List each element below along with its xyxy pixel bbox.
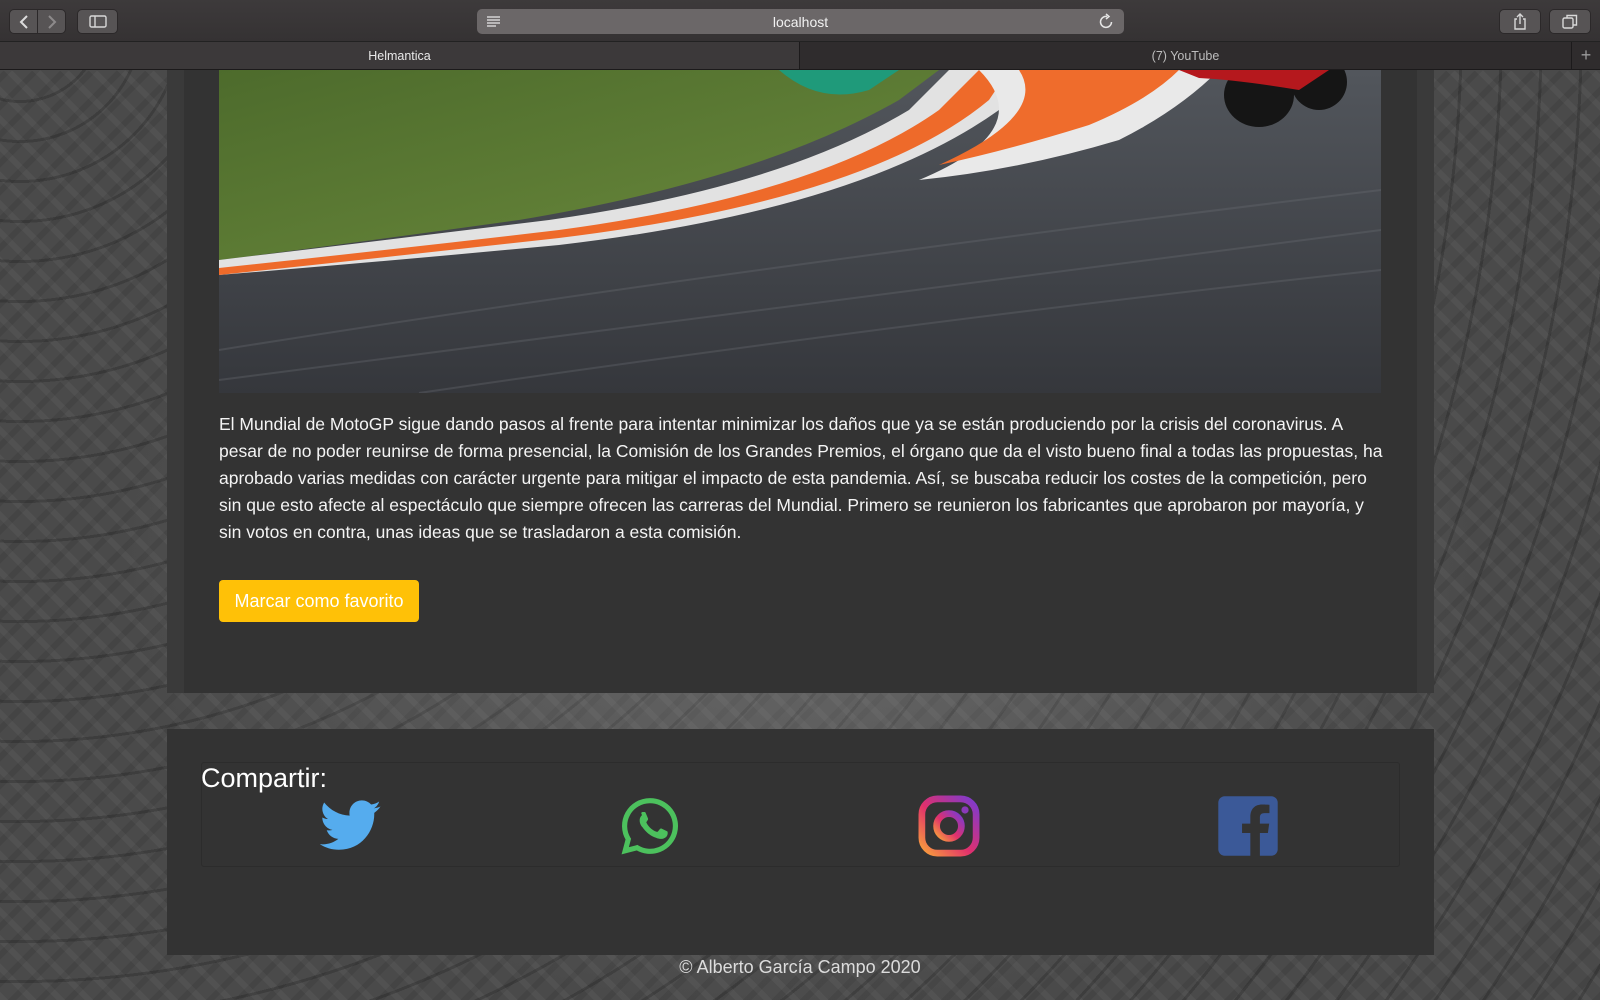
share-title: Compartir:	[201, 763, 328, 793]
footer-copyright: © Alberto García Campo 2020	[679, 957, 921, 977]
tab-overview-button[interactable]	[1549, 9, 1591, 34]
tab-youtube[interactable]: (7) YouTube	[800, 42, 1572, 69]
article-body: El Mundial de MotoGP sigue dando pasos a…	[219, 414, 1383, 542]
reload-icon[interactable]	[1099, 13, 1114, 29]
url-text: localhost	[772, 13, 829, 30]
back-button[interactable]	[10, 10, 37, 33]
sidebar-icon	[88, 15, 107, 28]
instagram-icon	[918, 795, 980, 857]
tab-helmantica[interactable]: Helmantica	[0, 42, 800, 69]
share-icon	[1514, 13, 1526, 30]
browser-toolbar: localhost	[0, 0, 1600, 42]
tab-bar: Helmantica (7) YouTube +	[0, 42, 1600, 70]
chevron-left-icon	[19, 14, 28, 29]
reader-icon[interactable]	[486, 15, 501, 27]
navigation-buttons	[9, 9, 66, 34]
twitter-share-button[interactable]	[320, 795, 382, 857]
sidebar-button[interactable]	[77, 9, 118, 34]
facebook-icon	[1218, 796, 1278, 857]
article-image	[219, 70, 1381, 393]
plus-icon: +	[1580, 45, 1592, 65]
racetrack-image	[219, 70, 1381, 393]
share-button[interactable]	[1499, 9, 1541, 34]
facebook-share-button[interactable]	[1217, 795, 1279, 857]
tab-overview-icon	[1562, 14, 1578, 29]
address-bar[interactable]: localhost	[477, 9, 1124, 34]
forward-button[interactable]	[37, 10, 65, 33]
whatsapp-share-button[interactable]	[619, 795, 681, 857]
new-tab-button[interactable]: +	[1572, 42, 1600, 69]
twitter-icon	[320, 800, 381, 850]
favorite-button[interactable]: Marcar como favorito	[219, 580, 419, 622]
whatsapp-icon	[621, 798, 679, 855]
instagram-share-button[interactable]	[918, 795, 980, 857]
chevron-right-icon	[47, 14, 56, 29]
